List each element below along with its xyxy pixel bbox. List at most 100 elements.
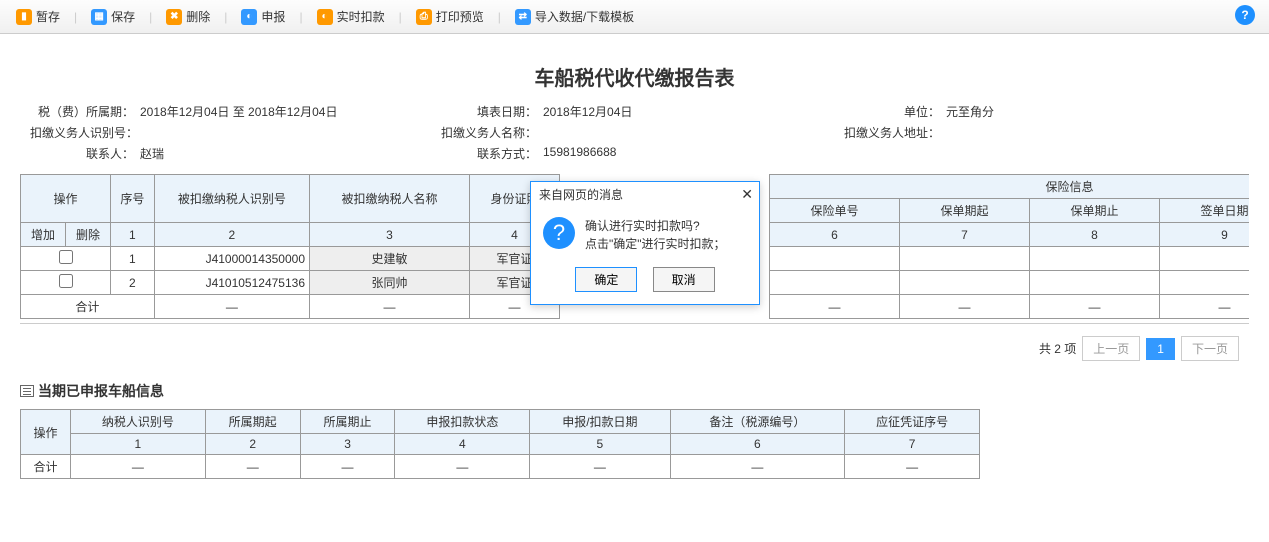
colnum: 1 bbox=[71, 434, 206, 455]
withholder-addr-label: 扣缴义务人地址： bbox=[836, 124, 946, 141]
cell[interactable] bbox=[770, 271, 900, 295]
meta-block: 税（费）所属期：2018年12月04日 至 2018年12月04日 填表日期：2… bbox=[20, 101, 1249, 174]
sum-cell: — bbox=[845, 455, 980, 479]
cell-taxpayer-name[interactable]: 张同帅 bbox=[310, 271, 470, 295]
col-op: 操作 bbox=[21, 175, 111, 223]
col2-period-start: 所属期起 bbox=[205, 410, 300, 434]
cell[interactable] bbox=[770, 247, 900, 271]
col-policy-no: 保险单号 bbox=[770, 199, 900, 223]
cell-seq: 1 bbox=[111, 247, 155, 271]
del-button[interactable]: 删除 bbox=[66, 223, 111, 247]
col-seq: 序号 bbox=[111, 175, 155, 223]
col2-remark: 备注（税源编号） bbox=[670, 410, 845, 434]
import-button[interactable]: ⇄导入数据/下载模板 bbox=[509, 6, 640, 27]
sum-cell: — bbox=[300, 455, 395, 479]
col2-op: 操作 bbox=[21, 410, 71, 455]
col-sign-date: 签单日期 bbox=[1160, 199, 1250, 223]
ok-button[interactable]: 确定 bbox=[575, 267, 637, 292]
withholder-id-label: 扣缴义务人识别号： bbox=[30, 124, 144, 141]
colnum: 8 bbox=[1030, 223, 1160, 247]
sum-row: 合计 — — — — — — — bbox=[21, 455, 980, 479]
sum-cell: — bbox=[1160, 295, 1250, 319]
row-checkbox[interactable] bbox=[59, 250, 73, 264]
cell-taxpayer-name[interactable]: 史建敏 bbox=[310, 247, 470, 271]
colnum: 6 bbox=[770, 223, 900, 247]
declare-icon: ◐ bbox=[241, 9, 257, 25]
cell[interactable] bbox=[1160, 271, 1250, 295]
cell[interactable] bbox=[1160, 247, 1250, 271]
unit-label: 单位： bbox=[836, 103, 946, 120]
sum-cell: — bbox=[900, 295, 1030, 319]
col2-date: 申报/扣款日期 bbox=[530, 410, 670, 434]
sum-cell: — bbox=[205, 455, 300, 479]
cell[interactable] bbox=[1030, 247, 1160, 271]
save-icon: ▦ bbox=[91, 9, 107, 25]
filldate-label: 填表日期： bbox=[433, 103, 543, 120]
sum-label: 合计 bbox=[21, 455, 71, 479]
colnum: 9 bbox=[1160, 223, 1250, 247]
colnum: 6 bbox=[670, 434, 845, 455]
add-button[interactable]: 增加 bbox=[21, 223, 66, 247]
import-icon: ⇄ bbox=[515, 9, 531, 25]
cell[interactable] bbox=[900, 271, 1030, 295]
colnum: 3 bbox=[310, 223, 470, 247]
col2-status: 申报扣款状态 bbox=[395, 410, 530, 434]
row-checkbox[interactable] bbox=[59, 274, 73, 288]
sum-label: 合计 bbox=[21, 295, 155, 319]
cell-taxpayer-id[interactable]: J41000014350000 bbox=[154, 247, 309, 271]
col-policy-start: 保单期起 bbox=[900, 199, 1030, 223]
confirm-dialog: 来自网页的消息 ✕ ? 确认进行实时扣款吗? 点击"确定"进行实时扣款； 确定 … bbox=[530, 181, 760, 305]
cell[interactable] bbox=[1030, 271, 1160, 295]
col-taxpayer-name: 被扣缴纳税人名称 bbox=[310, 175, 470, 223]
print-icon: ⎙ bbox=[416, 9, 432, 25]
cell-taxpayer-id[interactable]: J41010512475136 bbox=[154, 271, 309, 295]
colnum: 7 bbox=[845, 434, 980, 455]
save-draft-button[interactable]: ▮暂存 bbox=[10, 6, 66, 27]
contact-label: 联系人： bbox=[30, 145, 140, 162]
contact-way-value: 15981986688 bbox=[543, 145, 616, 162]
period-value: 2018年12月04日 至 2018年12月04日 bbox=[140, 103, 337, 120]
cell[interactable] bbox=[900, 247, 1030, 271]
next-page-button[interactable]: 下一页 bbox=[1181, 336, 1239, 361]
dialog-line2: 点击"确定"进行实时扣款； bbox=[585, 235, 726, 253]
sum-cell: — bbox=[310, 295, 470, 319]
delete-button[interactable]: ✖删除 bbox=[160, 6, 216, 27]
sum-cell: — bbox=[530, 455, 670, 479]
sum-cell: — bbox=[670, 455, 845, 479]
filldate-value: 2018年12月04日 bbox=[543, 103, 632, 120]
list-icon bbox=[20, 385, 34, 397]
save-draft-icon: ▮ bbox=[16, 9, 32, 25]
sub-title: 当期已申报车船信息 bbox=[20, 373, 1249, 409]
question-icon: ? bbox=[543, 217, 575, 249]
help-icon[interactable]: ? bbox=[1235, 5, 1255, 25]
colnum: 3 bbox=[300, 434, 395, 455]
contact-way-label: 联系方式： bbox=[433, 145, 543, 162]
col2-taxpayer-id: 纳税人识别号 bbox=[71, 410, 206, 434]
dialog-line1: 确认进行实时扣款吗? bbox=[585, 217, 726, 235]
cancel-button[interactable]: 取消 bbox=[653, 267, 715, 292]
col-insurance-group: 保险信息 bbox=[770, 175, 1250, 199]
pager: 共 2 项 上一页 1 下一页 bbox=[20, 324, 1249, 373]
col-policy-end: 保单期止 bbox=[1030, 199, 1160, 223]
period-label: 税（费）所属期： bbox=[30, 103, 140, 120]
col-taxpayer-id: 被扣缴纳税人识别号 bbox=[154, 175, 309, 223]
colnum: 7 bbox=[900, 223, 1030, 247]
col2-period-end: 所属期止 bbox=[300, 410, 395, 434]
sum-cell: — bbox=[71, 455, 206, 479]
sum-cell: — bbox=[395, 455, 530, 479]
sum-cell: — bbox=[1030, 295, 1160, 319]
save-button[interactable]: ▦保存 bbox=[85, 6, 141, 27]
deduct-button[interactable]: ◐实时扣款 bbox=[311, 6, 391, 27]
print-button[interactable]: ⎙打印预览 bbox=[410, 6, 490, 27]
sum-cell: — bbox=[154, 295, 309, 319]
pager-total: 共 2 项 bbox=[1039, 340, 1076, 357]
declare-button[interactable]: ◐申报 bbox=[235, 6, 291, 27]
page-title: 车船税代收代缴报告表 bbox=[20, 44, 1249, 101]
withholder-name-label: 扣缴义务人名称： bbox=[433, 124, 543, 141]
colnum: 1 bbox=[111, 223, 155, 247]
close-icon[interactable]: ✕ bbox=[741, 186, 753, 203]
col2-voucher: 应征凭证序号 bbox=[845, 410, 980, 434]
page-number[interactable]: 1 bbox=[1146, 338, 1175, 360]
colnum: 2 bbox=[205, 434, 300, 455]
prev-page-button[interactable]: 上一页 bbox=[1082, 336, 1140, 361]
